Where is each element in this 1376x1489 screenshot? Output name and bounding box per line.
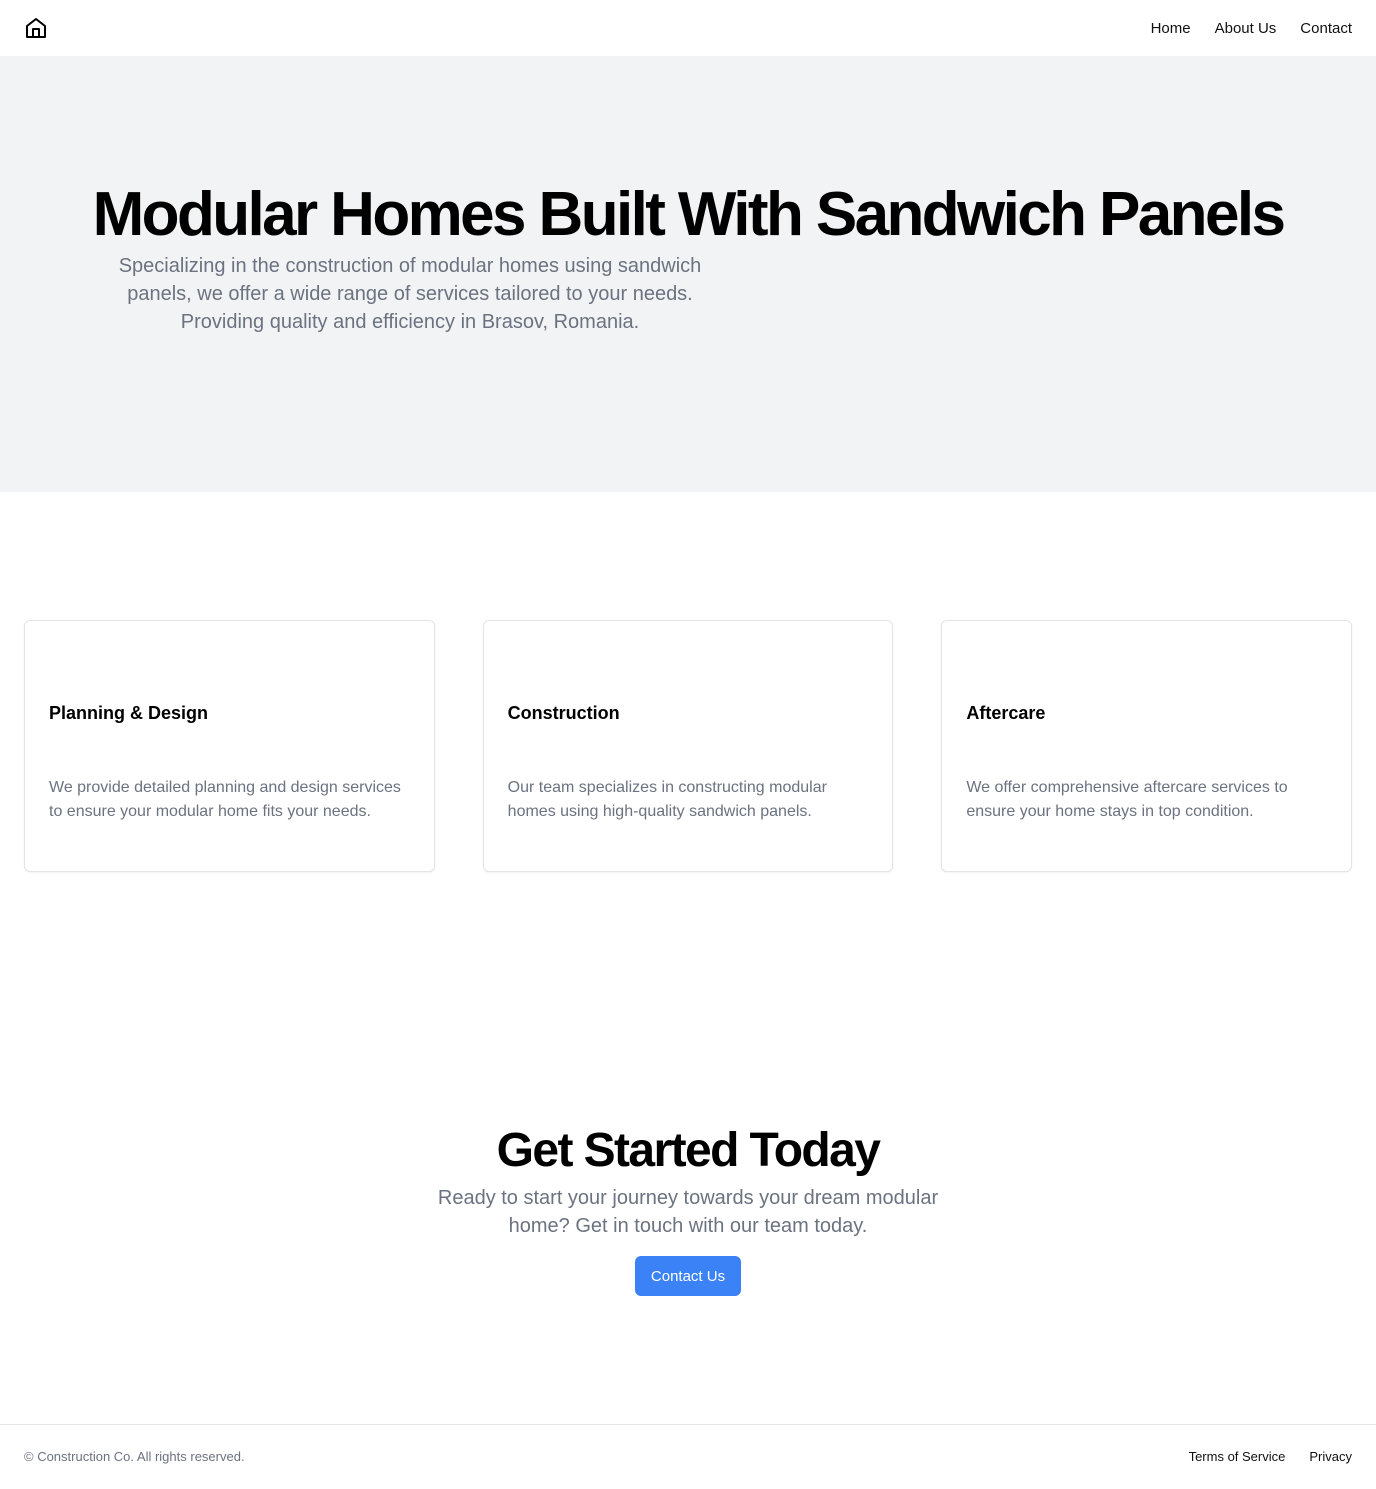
services-section: Planning & Design We provide detailed pl…: [24, 620, 1353, 872]
service-card-title: Construction: [507, 703, 620, 723]
hero-section: Modular Homes Built With Sandwich Panels…: [0, 56, 1376, 492]
footer-link-terms[interactable]: Terms of Service: [1189, 1449, 1286, 1464]
nav-link-about-us[interactable]: About Us: [1215, 20, 1277, 37]
service-card-text: We offer comprehensive aftercare service…: [966, 779, 1288, 820]
service-card-planning: Planning & Design We provide detailed pl…: [24, 620, 435, 872]
hero-subtitle: Specializing in the construction of modu…: [118, 255, 702, 333]
hero-title: Modular Homes Built With Sandwich Panels: [92, 180, 1286, 249]
service-card-construction: Construction Our team specializes in con…: [482, 620, 894, 872]
service-card-aftercare: Aftercare We offer comprehensive afterca…: [941, 620, 1353, 872]
service-card-title: Aftercare: [966, 703, 1046, 723]
service-card-title: Planning & Design: [49, 703, 209, 723]
footer-link-privacy[interactable]: Privacy: [1309, 1449, 1352, 1464]
site-header: Home About Us Contact: [0, 0, 1376, 56]
cta-title: Get Started Today: [496, 1124, 881, 1177]
footer-links: Terms of Service Privacy: [1189, 1449, 1352, 1464]
copyright-text: © Construction Co. All rights reserved.: [24, 1449, 245, 1464]
cta-subtitle: Ready to start your journey towards your…: [437, 1187, 939, 1237]
main-nav: Home About Us Contact: [1151, 0, 1352, 56]
service-card-text: We provide detailed planning and design …: [49, 779, 401, 820]
nav-link-contact[interactable]: Contact: [1300, 20, 1352, 37]
site-footer: © Construction Co. All rights reserved. …: [0, 1424, 1376, 1489]
nav-link-home[interactable]: Home: [1151, 20, 1191, 37]
contact-us-button[interactable]: Contact Us: [635, 1256, 741, 1296]
home-icon[interactable]: [24, 16, 48, 40]
service-card-text: Our team specializes in constructing mod…: [507, 779, 827, 820]
